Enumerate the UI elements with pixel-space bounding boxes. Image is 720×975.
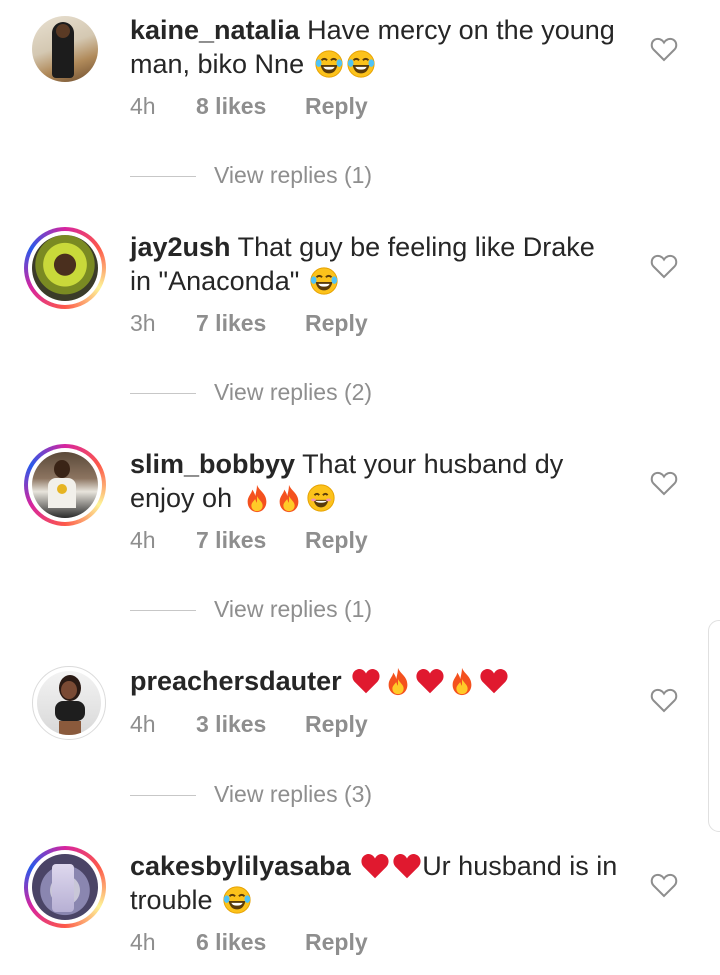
red-heart-emoji bbox=[351, 666, 381, 696]
red-heart-emoji bbox=[415, 666, 445, 696]
fire-emoji bbox=[383, 666, 413, 696]
view-replies-label: View replies (3) bbox=[214, 781, 373, 807]
comment-meta: 4h 7 likes Reply bbox=[130, 527, 368, 554]
tears-of-joy-emoji bbox=[314, 49, 344, 79]
comment-likes[interactable]: 3 likes bbox=[196, 711, 305, 738]
comment-likes[interactable]: 7 likes bbox=[196, 310, 305, 337]
avatar[interactable] bbox=[24, 227, 106, 309]
comment-meta: 4h 8 likes Reply bbox=[130, 93, 368, 120]
heart-outline-icon[interactable] bbox=[650, 872, 678, 898]
comment-body: jay2ush That guy be feeling like Drake i… bbox=[130, 230, 620, 298]
reply-button[interactable]: Reply bbox=[305, 929, 368, 956]
comment-username[interactable]: cakesbylilyasaba bbox=[130, 851, 351, 881]
fire-emoji bbox=[274, 483, 304, 513]
view-replies-button[interactable]: View replies (3) bbox=[130, 781, 372, 808]
heart-outline-icon[interactable] bbox=[650, 687, 678, 713]
view-replies-label: View replies (1) bbox=[214, 162, 373, 188]
view-replies-button[interactable]: View replies (1) bbox=[130, 596, 372, 623]
tears-of-joy-emoji bbox=[346, 49, 376, 79]
reply-button[interactable]: Reply bbox=[305, 93, 368, 120]
comment-time: 4h bbox=[130, 711, 156, 737]
heart-outline-icon[interactable] bbox=[650, 253, 678, 279]
heart-outline-icon[interactable] bbox=[650, 36, 678, 62]
comment-username[interactable]: jay2ush bbox=[130, 232, 231, 262]
reply-button[interactable]: Reply bbox=[305, 310, 368, 337]
avatar[interactable] bbox=[32, 666, 106, 740]
view-replies-button[interactable]: View replies (2) bbox=[130, 379, 372, 406]
view-replies-label: View replies (2) bbox=[214, 379, 373, 405]
divider bbox=[130, 795, 196, 797]
reply-button[interactable]: Reply bbox=[305, 711, 368, 738]
comment-likes[interactable]: 7 likes bbox=[196, 527, 305, 554]
red-heart-emoji bbox=[479, 666, 509, 696]
comment-username[interactable]: preachersdauter bbox=[130, 666, 342, 696]
smile-emoji bbox=[306, 483, 336, 513]
comment-likes[interactable]: 8 likes bbox=[196, 93, 305, 120]
comment-body: kaine_natalia Have mercy on the young ma… bbox=[130, 13, 620, 81]
view-replies-button[interactable]: View replies (1) bbox=[130, 162, 372, 189]
comment-username[interactable]: kaine_natalia bbox=[130, 15, 300, 45]
avatar[interactable] bbox=[24, 8, 106, 90]
divider bbox=[130, 610, 196, 612]
fire-emoji bbox=[447, 666, 477, 696]
comment-meta: 3h 7 likes Reply bbox=[130, 310, 368, 337]
red-heart-emoji bbox=[392, 851, 422, 881]
comment-likes[interactable]: 6 likes bbox=[196, 929, 305, 956]
comment-body: preachersdauter bbox=[130, 664, 620, 698]
comment-meta: 4h 3 likes Reply bbox=[130, 711, 368, 738]
comment-body: cakesbylilyasaba Ur husband is in troubl… bbox=[130, 849, 620, 917]
scroll-handle[interactable] bbox=[708, 620, 720, 832]
tears-of-joy-emoji bbox=[222, 885, 252, 915]
divider bbox=[130, 176, 196, 178]
fire-emoji bbox=[242, 483, 272, 513]
tears-of-joy-emoji bbox=[309, 266, 339, 296]
view-replies-label: View replies (1) bbox=[214, 596, 373, 622]
heart-outline-icon[interactable] bbox=[650, 470, 678, 496]
comment-time: 3h bbox=[130, 310, 156, 336]
red-heart-emoji bbox=[360, 851, 390, 881]
comment-time: 4h bbox=[130, 93, 156, 119]
avatar[interactable] bbox=[24, 444, 106, 526]
comment-meta: 4h 6 likes Reply bbox=[130, 929, 368, 956]
avatar[interactable] bbox=[24, 846, 106, 928]
reply-button[interactable]: Reply bbox=[305, 527, 368, 554]
divider bbox=[130, 393, 196, 395]
comment-time: 4h bbox=[130, 527, 156, 553]
comment-username[interactable]: slim_bobbyy bbox=[130, 449, 295, 479]
comment-time: 4h bbox=[130, 929, 156, 955]
comment-body: slim_bobbyy That your husband dy enjoy o… bbox=[130, 447, 620, 515]
